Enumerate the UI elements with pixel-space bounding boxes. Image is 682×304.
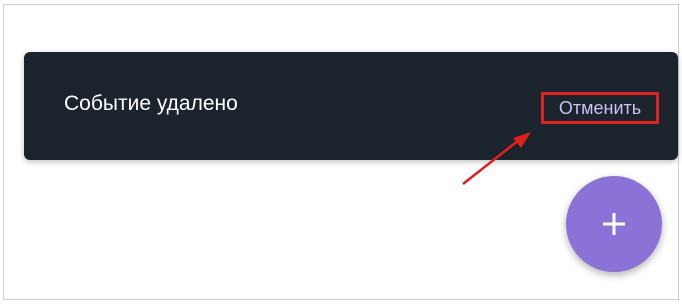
snackbar: Событие удалено Отменить (24, 52, 678, 160)
plus-icon (603, 213, 625, 235)
add-event-button[interactable] (566, 176, 662, 272)
annotation-arrow-icon (462, 132, 531, 185)
snackbar-message: Событие удалено (64, 92, 238, 115)
undo-button[interactable]: Отменить (541, 92, 659, 124)
